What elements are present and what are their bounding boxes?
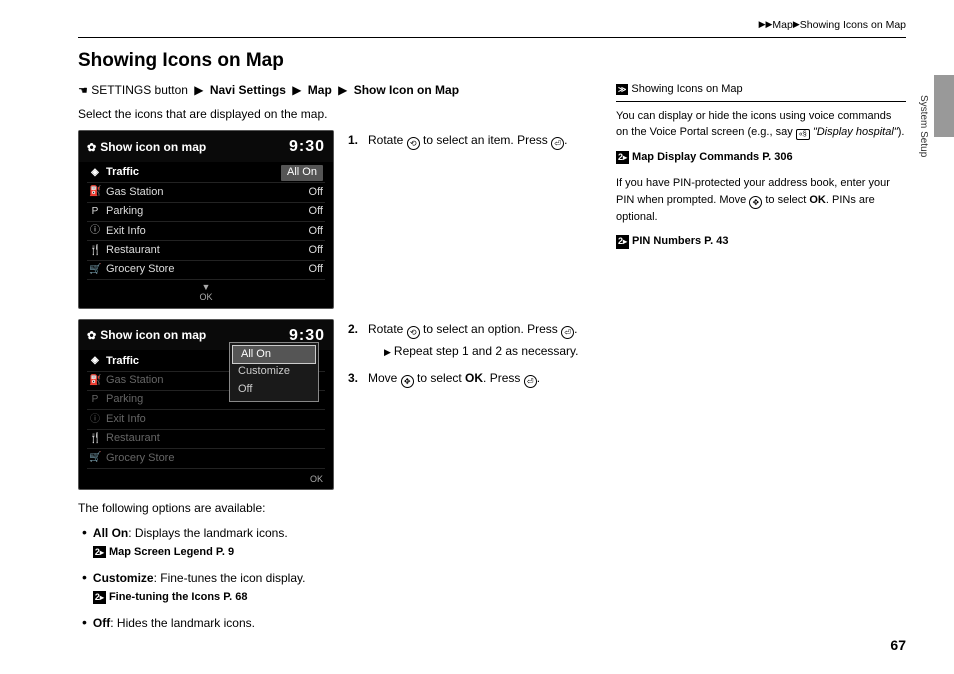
xref-map-display: 2Map Display Commands P. 306 [616, 149, 906, 166]
popup-option: Customize [230, 363, 318, 380]
side-tab [934, 75, 954, 137]
list-item: ⛽Gas StationOff [87, 183, 325, 202]
clock: 9:30 [289, 136, 325, 158]
list-item: 🍴RestaurantOff [87, 241, 325, 260]
page-title: Showing Icons on Map [78, 48, 906, 75]
breadcrumb: ▶▶Map▶Showing Icons on Map [78, 18, 906, 33]
list-item: ⓘExit Info [87, 410, 325, 429]
talk-icon: «§ [796, 129, 810, 140]
list-item: 🛒Grocery StoreOff [87, 261, 325, 280]
step-2: 2. Rotate ⟲ to select an option. Press ⏎… [348, 321, 590, 360]
screenshot-2: ✿Show icon on map 9:30 ◈Traffic⛽Gas Stat… [78, 319, 334, 490]
list-item: ⓘExit InfoOff [87, 222, 325, 241]
press-icon: ⏎ [561, 326, 574, 339]
intro-text: Select the icons that are displayed on t… [78, 106, 590, 123]
step-1: 1. Rotate ⟲ to select an item. Press ⏎. [348, 132, 590, 150]
section-label: System Setup [916, 95, 930, 157]
sidebar-body: You can display or hide the icons using … [616, 108, 906, 250]
popup-menu: All OnCustomizeOff [229, 342, 319, 402]
press-icon: ⏎ [551, 137, 564, 150]
sidebar-heading: ≫Showing Icons on Map [616, 82, 906, 101]
gear-icon: ✿ [87, 330, 96, 342]
nav-path: ☚ SETTINGS button ▶ Navi Settings ▶ Map … [78, 82, 590, 99]
option-item: •Off: Hides the landmark icons. [82, 615, 590, 632]
rotate-icon: ⟲ [407, 326, 420, 339]
rule [78, 37, 906, 38]
page-number: 67 [890, 636, 906, 656]
popup-option: All On [232, 345, 316, 364]
xref-pin: 2PIN Numbers P. 43 [616, 233, 906, 250]
hand-icon: ☚ [78, 85, 88, 97]
move-icon: ✥ [749, 196, 762, 209]
gear-icon: ✿ [87, 142, 96, 154]
screenshot-1: ✿Show icon on map 9:30 ◈TrafficAll On⛽Ga… [78, 130, 334, 308]
rotate-icon: ⟲ [407, 137, 420, 150]
options-intro: The following options are available: [78, 500, 590, 517]
option-item: •Customize: Fine-tunes the icon display.… [82, 570, 590, 605]
option-item: •All On: Displays the landmark icons.2Ma… [82, 525, 590, 560]
list-item: 🛒Grocery Store [87, 449, 325, 468]
press-icon: ⏎ [524, 375, 537, 388]
list-item: ◈TrafficAll On [87, 164, 325, 183]
move-icon: ✥ [401, 375, 414, 388]
step-3: 3. Move ✥ to select OK. Press ⏎. [348, 370, 590, 388]
list-item: PParkingOff [87, 203, 325, 222]
popup-option: Off [230, 381, 318, 398]
list-item: 🍴Restaurant [87, 430, 325, 449]
